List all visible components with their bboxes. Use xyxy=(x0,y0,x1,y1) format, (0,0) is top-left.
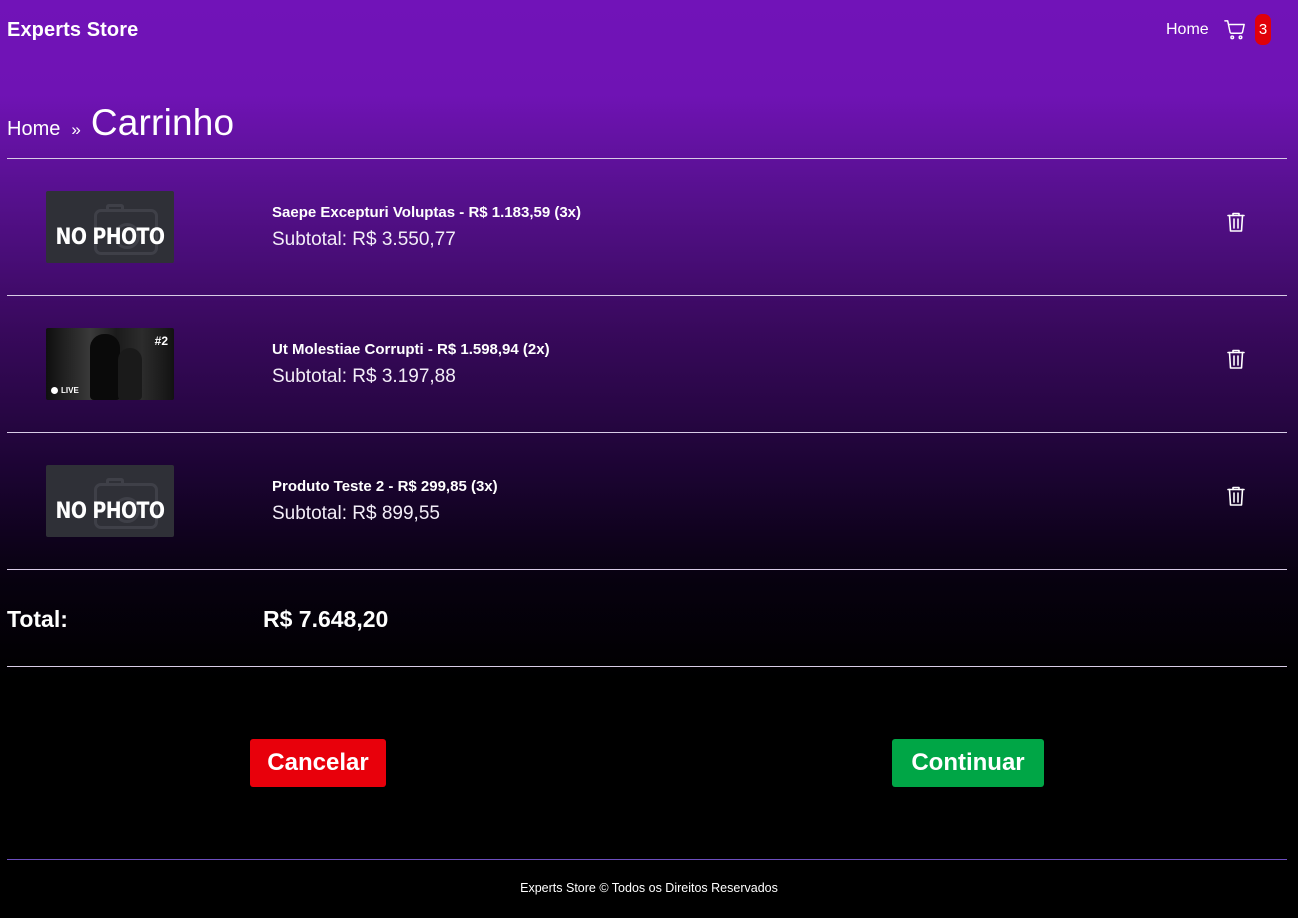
cart-item: #2 LIVE Ut Molestiae Corrupti - R$ 1.598… xyxy=(7,296,1287,432)
image-tag: #2 xyxy=(154,334,168,348)
product-image-placeholder[interactable]: NO PHOTO xyxy=(46,465,174,537)
page-title: Carrinho xyxy=(90,102,235,143)
cancel-button[interactable]: Cancelar xyxy=(250,739,386,787)
live-dot-icon xyxy=(51,387,58,394)
cart-item: NO PHOTO Produto Teste 2 - R$ 299,85 (3x… xyxy=(7,433,1287,569)
no-photo-label: NO PHOTO xyxy=(55,224,166,250)
divider xyxy=(7,666,1287,667)
product-title[interactable]: Saepe Excepturi Voluptas - R$ 1.183,59 (… xyxy=(272,204,581,221)
brand-logo[interactable]: Experts Store xyxy=(7,19,138,42)
product-image[interactable]: #2 LIVE xyxy=(46,328,174,400)
live-badge: LIVE xyxy=(51,386,79,395)
trash-icon[interactable] xyxy=(1226,348,1246,370)
live-label: LIVE xyxy=(61,386,79,395)
breadcrumb-separator: » xyxy=(71,120,81,139)
trash-icon[interactable] xyxy=(1226,485,1246,507)
product-subtotal: Subtotal: R$ 3.550,77 xyxy=(272,229,456,250)
total-value: R$ 7.648,20 xyxy=(263,606,389,632)
product-title[interactable]: Ut Molestiae Corrupti - R$ 1.598,94 (2x) xyxy=(272,341,550,358)
cart-total-row: Total: R$ 7.648,20 xyxy=(7,570,1287,666)
shopping-cart-icon[interactable] xyxy=(1224,19,1246,41)
product-subtotal: Subtotal: R$ 3.197,88 xyxy=(272,366,456,387)
footer-divider xyxy=(7,859,1287,860)
cart-count-badge[interactable]: 3 xyxy=(1255,14,1271,45)
product-title[interactable]: Produto Teste 2 - R$ 299,85 (3x) xyxy=(272,478,498,495)
trash-icon[interactable] xyxy=(1226,211,1246,233)
no-photo-label: NO PHOTO xyxy=(55,498,166,524)
total-label: Total: xyxy=(7,606,68,632)
breadcrumb: Home » Carrinho xyxy=(7,102,234,147)
nav-link-home[interactable]: Home xyxy=(1166,21,1209,39)
product-image-placeholder[interactable]: NO PHOTO xyxy=(46,191,174,263)
navbar: Experts Store Home 3 xyxy=(0,0,1298,62)
footer-copyright: Experts Store © Todos os Direitos Reserv… xyxy=(520,881,778,895)
cart-item: NO PHOTO Saepe Excepturi Voluptas - R$ 1… xyxy=(7,159,1287,295)
breadcrumb-home-link[interactable]: Home xyxy=(7,118,60,141)
continue-button[interactable]: Continuar xyxy=(892,739,1044,787)
product-subtotal: Subtotal: R$ 899,55 xyxy=(272,503,440,524)
